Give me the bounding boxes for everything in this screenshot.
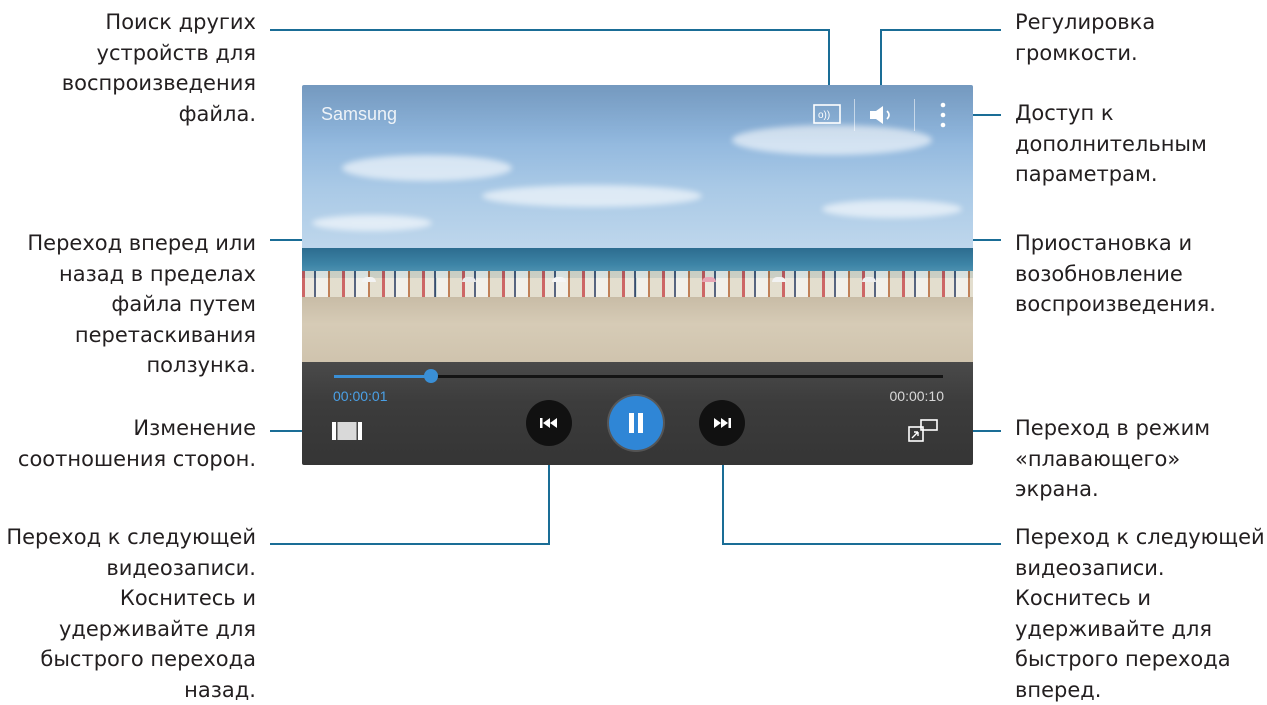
umbrella <box>702 277 716 282</box>
current-time: 00:00:01 <box>333 388 388 404</box>
popup-screen-icon[interactable] <box>907 418 941 444</box>
video-title: Samsung <box>321 104 398 124</box>
callout-seek: Переход вперед или назад в пределах файл… <box>27 231 256 377</box>
more-options-icon[interactable] <box>937 101 949 129</box>
cloud <box>312 215 432 231</box>
cloud <box>342 155 512 181</box>
umbrella <box>552 277 566 282</box>
separator <box>854 99 855 131</box>
cloud <box>822 200 962 218</box>
volume-icon[interactable] <box>867 103 899 127</box>
umbrella <box>862 277 876 282</box>
cast-devices-icon[interactable]: o)) <box>812 103 842 125</box>
callout-search-devices: Поиск других устройств для воспроизведен… <box>61 10 256 126</box>
aspect-ratio-icon[interactable] <box>331 420 363 442</box>
total-time: 00:00:10 <box>889 388 945 404</box>
separator <box>914 99 915 131</box>
leader-search-devices <box>270 29 829 31</box>
umbrella <box>462 277 476 282</box>
seek-bar-fill <box>334 375 432 378</box>
callout-pause-resume: Приостановка и возобновление воспроизвед… <box>1015 231 1216 316</box>
leader-next-video <box>722 543 1001 545</box>
cloud <box>482 185 702 207</box>
next-icon <box>714 418 731 428</box>
callout-prev-video: Переход к следующей видеозаписи. Косните… <box>6 525 256 702</box>
previous-icon <box>540 418 557 428</box>
leader-prev-video <box>270 543 550 545</box>
callout-aspect-ratio: Изменение соотношения сторон. <box>17 416 256 471</box>
umbrella <box>772 277 786 282</box>
previous-button[interactable] <box>526 400 572 446</box>
video-player[interactable]: Samsung o)) 00:00:01 00:00:10 <box>302 85 973 465</box>
pause-icon <box>629 413 643 433</box>
leader-volume <box>880 29 1001 31</box>
video-frame-sand <box>302 297 973 365</box>
callout-volume: Регулировка громкости. <box>1015 10 1156 65</box>
svg-text:o)): o)) <box>818 110 830 121</box>
umbrella <box>362 277 376 282</box>
next-button[interactable] <box>699 400 745 446</box>
callout-more-options: Доступ к дополнительным параметрам. <box>1015 101 1207 186</box>
pause-button[interactable] <box>609 396 663 450</box>
callout-next-video: Переход к следующей видеозаписи. Косните… <box>1015 525 1265 702</box>
callout-popup-mode: Переход в режим «плавающего» экрана. <box>1015 416 1211 501</box>
